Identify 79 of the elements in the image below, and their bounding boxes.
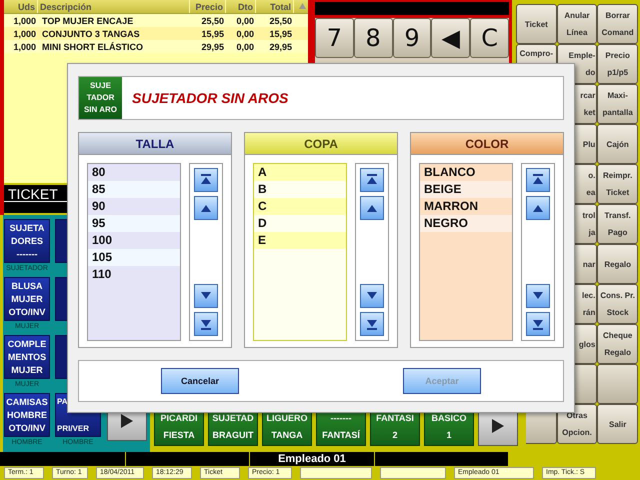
table-cell-text: 29,95 (268, 41, 293, 53)
scroll-button[interactable] (526, 168, 550, 192)
play-icon (120, 413, 134, 429)
first-icon (365, 173, 379, 187)
function-key[interactable]: Cheque Regalo (597, 324, 638, 364)
first-icon (199, 173, 213, 187)
table-cell-text: 15,95 (268, 28, 293, 40)
keypad-key[interactable]: 7 (315, 18, 354, 58)
column-header: Precio (190, 0, 226, 13)
employee-name: Empleado 01 (250, 452, 374, 466)
table-cell-text: 1,000 (12, 28, 37, 40)
status-field (380, 467, 446, 479)
table-cell-text: TOP MUJER ENCAJE (41, 15, 134, 27)
dialog-button[interactable]: Cancelar (161, 368, 239, 394)
table-cell-text: MINI SHORT ELÁSTICO (41, 41, 144, 53)
option-item[interactable]: BEIGE (420, 181, 512, 198)
function-key[interactable]: Maxi- pantalla (597, 84, 638, 124)
option-item[interactable]: NEGRO (420, 215, 512, 232)
table-cell-text: 15,95 (200, 28, 225, 40)
table-cell-text: CONJUNTO 3 TANGAS (41, 28, 141, 40)
column-header: Total (256, 0, 294, 13)
function-key[interactable]: Cons. Pr. Stock (597, 284, 638, 324)
table-cell-text: 1,000 (12, 41, 37, 53)
function-key[interactable] (597, 364, 638, 404)
column-header: Dto (226, 0, 256, 13)
table-cell-text: 0,00 (235, 28, 255, 40)
option-item[interactable]: E (254, 232, 346, 249)
keypad-key[interactable]: C (470, 18, 509, 58)
function-key[interactable]: Reimpr. Ticket (597, 164, 638, 204)
last-icon (365, 317, 379, 331)
function-key[interactable]: Transf. Pago (597, 204, 638, 244)
scroll-button[interactable] (360, 168, 384, 192)
panel-header: COLOR (411, 133, 563, 155)
category-button[interactable]: COMPLE MENTOS MUJER (4, 335, 50, 379)
function-key[interactable]: Ticket (516, 4, 557, 44)
table-cell-text: 0,00 (235, 41, 255, 53)
panel-header: COPA (245, 133, 397, 155)
first-icon (531, 173, 545, 187)
table-cell-text: 1,000 (12, 15, 37, 27)
last-icon (199, 317, 213, 331)
product-tile: SUJE TADOR SIN ARO (79, 77, 122, 119)
function-key[interactable]: Cajón (597, 124, 638, 164)
table-cell-text: 29,95 (200, 41, 225, 53)
function-key[interactable]: Precio p1/p5 (597, 44, 638, 84)
dialog-title: SUJETADOR SIN AROS (132, 90, 288, 106)
status-field (300, 467, 372, 479)
option-item[interactable]: 105 (88, 249, 180, 266)
panel-header: TALLA (79, 133, 231, 155)
table-cell-text: 25,50 (268, 15, 293, 27)
scroll-button[interactable] (194, 312, 218, 336)
keypad-key[interactable]: 8 (354, 18, 393, 58)
scroll-button[interactable] (526, 196, 550, 220)
scroll-button[interactable] (194, 196, 218, 220)
last-icon (531, 317, 545, 331)
function-key[interactable]: Salir (597, 404, 638, 444)
option-item[interactable]: C (254, 198, 346, 215)
scroll-button[interactable] (526, 284, 550, 308)
scroll-button[interactable] (194, 284, 218, 308)
scroll-button[interactable] (360, 284, 384, 308)
category-button[interactable]: BLUSA MUJER OTO/INV (4, 277, 50, 321)
function-key[interactable]: Regalo (597, 244, 638, 284)
column-header: Uds (4, 0, 38, 13)
table-cell-text: 0,00 (235, 15, 255, 27)
option-item[interactable]: 95 (88, 215, 180, 232)
option-item[interactable]: A (254, 164, 346, 181)
keypad-key[interactable]: ◀ (431, 18, 470, 58)
category-button[interactable]: SUJETA DORES ------- (4, 219, 50, 263)
option-item[interactable]: 85 (88, 181, 180, 198)
scroll-button[interactable] (360, 196, 384, 220)
scroll-button[interactable] (194, 168, 218, 192)
category-button[interactable]: CAMISAS HOMBRE OTO/INV (4, 393, 50, 437)
scroll-button[interactable] (526, 312, 550, 336)
play-icon (491, 418, 505, 434)
column-header: Descripción (38, 0, 190, 13)
table-cell-text: 25,50 (200, 15, 225, 27)
function-key[interactable]: Borrar Comand (597, 4, 638, 44)
function-key[interactable]: Anular Línea (556, 4, 598, 44)
scroll-button[interactable] (360, 312, 384, 336)
keypad-key[interactable]: 9 (392, 18, 432, 58)
